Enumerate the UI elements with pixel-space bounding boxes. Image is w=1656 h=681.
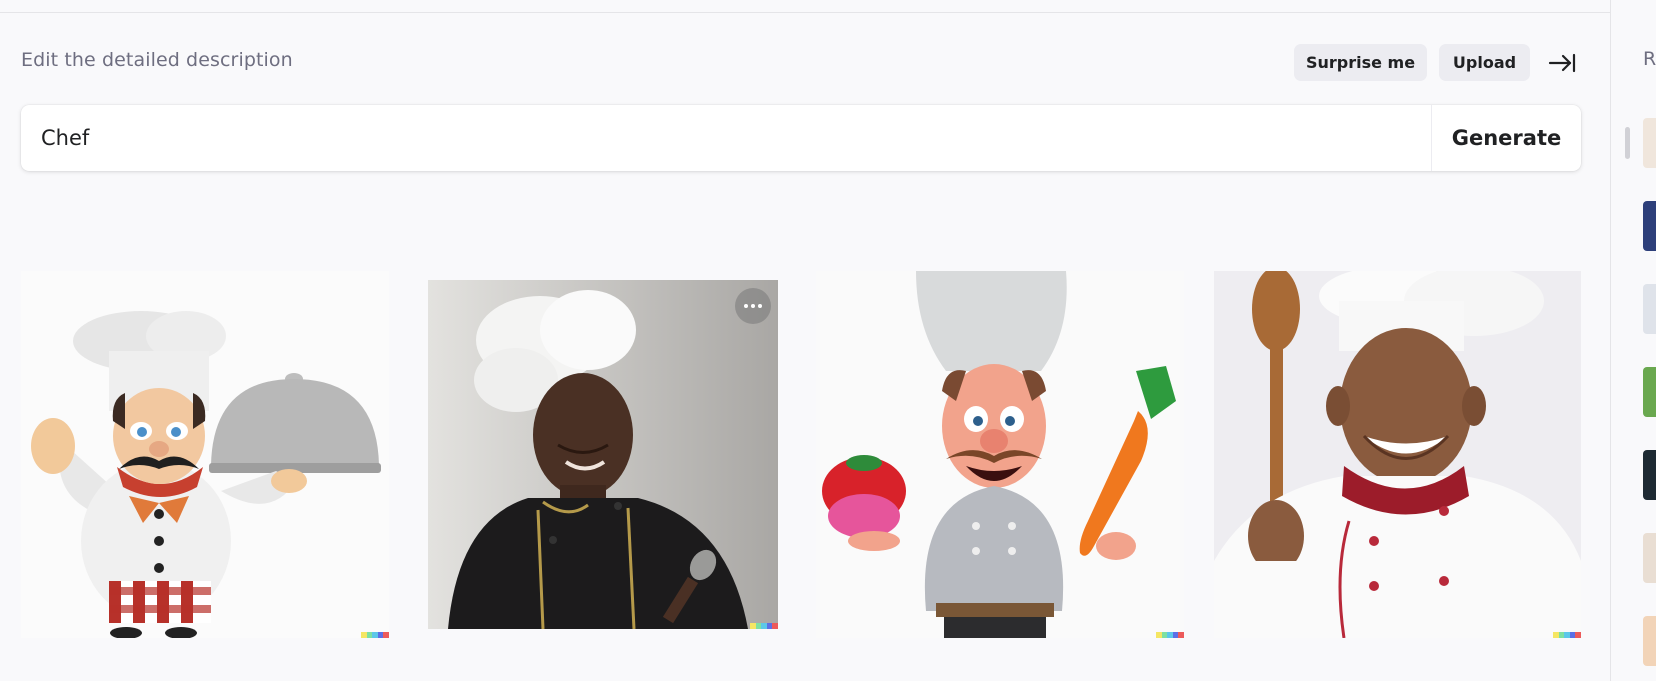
watermark-stripe [361,632,389,638]
prompt-input[interactable] [41,105,1421,171]
history-thumbnail[interactable] [1643,533,1656,583]
history-thumbnail[interactable] [1643,367,1656,417]
black-jacket-chef-image [428,280,778,629]
more-options-button[interactable] [735,288,771,324]
arrow-right-to-bar-icon [1548,53,1576,73]
history-panel: R [1610,0,1656,681]
surprise-me-button[interactable]: Surprise me [1294,44,1427,81]
history-thumbnail[interactable] [1643,616,1656,666]
editor-area: Edit the detailed description Surprise m… [0,0,1610,681]
watermark-stripe [750,623,778,629]
generate-button[interactable]: Generate [1432,105,1581,171]
history-thumbnail[interactable] [1643,118,1656,168]
history-thumbnail[interactable] [1643,201,1656,251]
smiling-chef-image [1214,271,1581,638]
history-thumbnail[interactable] [1643,284,1656,334]
3d-chef-image [816,271,1184,638]
prompt-bar: Generate [21,105,1581,171]
watermark-stripe [1156,632,1184,638]
result-image-4[interactable] [1214,271,1581,638]
result-image-3[interactable] [816,271,1184,638]
watermark-stripe [1553,632,1581,638]
upload-button[interactable]: Upload [1439,44,1530,81]
history-thumbnail[interactable] [1643,450,1656,500]
collapse-panel-button[interactable] [1545,46,1579,80]
history-panel-title: R [1643,48,1656,70]
result-image-1[interactable] [21,271,389,638]
history-scrollbar[interactable] [1625,127,1630,159]
cartoon-chef-image [21,271,389,638]
description-label: Edit the detailed description [21,49,293,71]
result-image-2[interactable] [428,280,778,629]
